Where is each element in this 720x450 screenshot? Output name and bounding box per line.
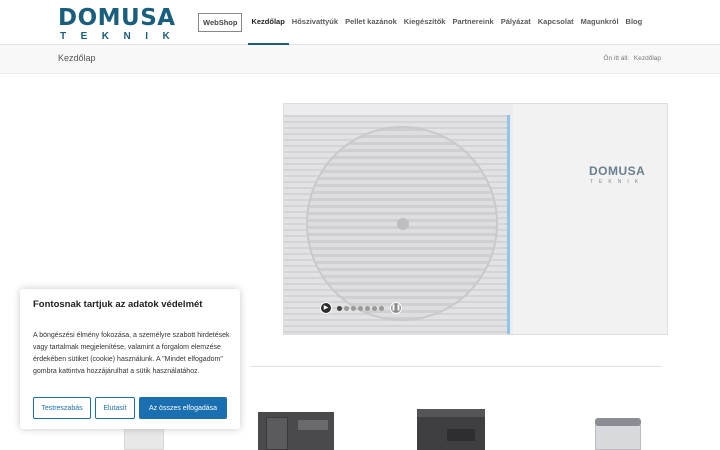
slider-dot[interactable] [365,305,370,311]
slider-dot[interactable] [358,305,363,311]
nav-item-magunkrol[interactable]: Magunkról [581,13,619,31]
fan-image [306,126,498,321]
reject-button[interactable]: Elutasít [95,397,135,419]
nav-item-partnereink[interactable]: Partnereink [452,13,493,31]
breadcrumb: Ön itt áll: Kezdőlap [600,55,661,62]
site-header: DOMUSA TEKNIK WebShop Kezdőlap Hőszivatt… [0,0,720,45]
nav-item-pellet-kazanok[interactable]: Pellet kazánok [345,13,397,31]
play-icon[interactable]: ▶ [320,302,332,314]
title-bar: Kezdőlap Ön itt áll: Kezdőlap [0,45,720,74]
nav-item-kapcsolat[interactable]: Kapcsolat [538,13,574,31]
product-image-2[interactable] [258,412,334,450]
slider-dot[interactable] [372,305,377,311]
main-nav: WebShop Kezdőlap Hőszivattyúk Pellet kaz… [198,12,649,32]
nav-item-webshop[interactable]: WebShop [198,12,243,32]
slider-controls: ▶ ❚❚ [320,302,402,314]
cookie-text: A böngészési élmény fokozása, a személyr… [33,332,230,375]
breadcrumb-prefix: Ön itt áll: [603,55,630,62]
slider-dot[interactable] [379,305,384,311]
product-image-3[interactable] [417,409,485,450]
logo-sub-text: TEKNIK [60,31,185,42]
slider-dot[interactable] [344,305,349,311]
product-image-4[interactable] [595,418,641,450]
slider-dot[interactable] [351,305,356,311]
nav-item-hoszivattyuk[interactable]: Hőszivattyúk [292,13,338,31]
accept-all-button[interactable]: Az összes elfogadása [139,397,227,419]
breadcrumb-current[interactable]: Kezdőlap [634,55,661,62]
nav-item-palyazat[interactable]: Pályázat [501,13,531,31]
page-title: Kezdőlap [58,53,96,63]
slider-dot[interactable] [337,305,342,311]
nav-item-kiegeszitok[interactable]: Kiegészítők [404,13,446,31]
section-divider [250,366,662,367]
slider-brand-text: DOMUSA [589,164,646,178]
cookie-consent-dialog: Fontosnak tartjuk az adatok védelmét A b… [20,289,240,429]
domusa-logo[interactable]: DOMUSA TEKNIK [58,6,175,42]
cookie-buttons: Testreszabás Elutasít Az összes elfogadá… [33,397,231,419]
customize-button[interactable]: Testreszabás [33,397,91,419]
nav-item-kezdolap[interactable]: Kezdőlap [251,13,284,31]
slider-dots [337,305,386,311]
slider-brand-sub: TEKNIK [590,179,645,185]
heat-pump-side-panel [513,104,667,334]
logo-main-text: DOMUSA [58,5,176,31]
hero-slider[interactable]: DOMUSA TEKNIK ▶ ❚❚ [283,103,668,335]
pause-icon[interactable]: ❚❚ [390,302,402,314]
page: DOMUSA TEKNIK WebShop Kezdőlap Hőszivatt… [0,0,720,450]
fan-hub [397,218,409,230]
cookie-title: Fontosnak tartjuk az adatok védelmét [33,299,203,310]
nav-item-blog[interactable]: Blog [626,13,643,31]
product-image-1[interactable] [124,428,164,450]
